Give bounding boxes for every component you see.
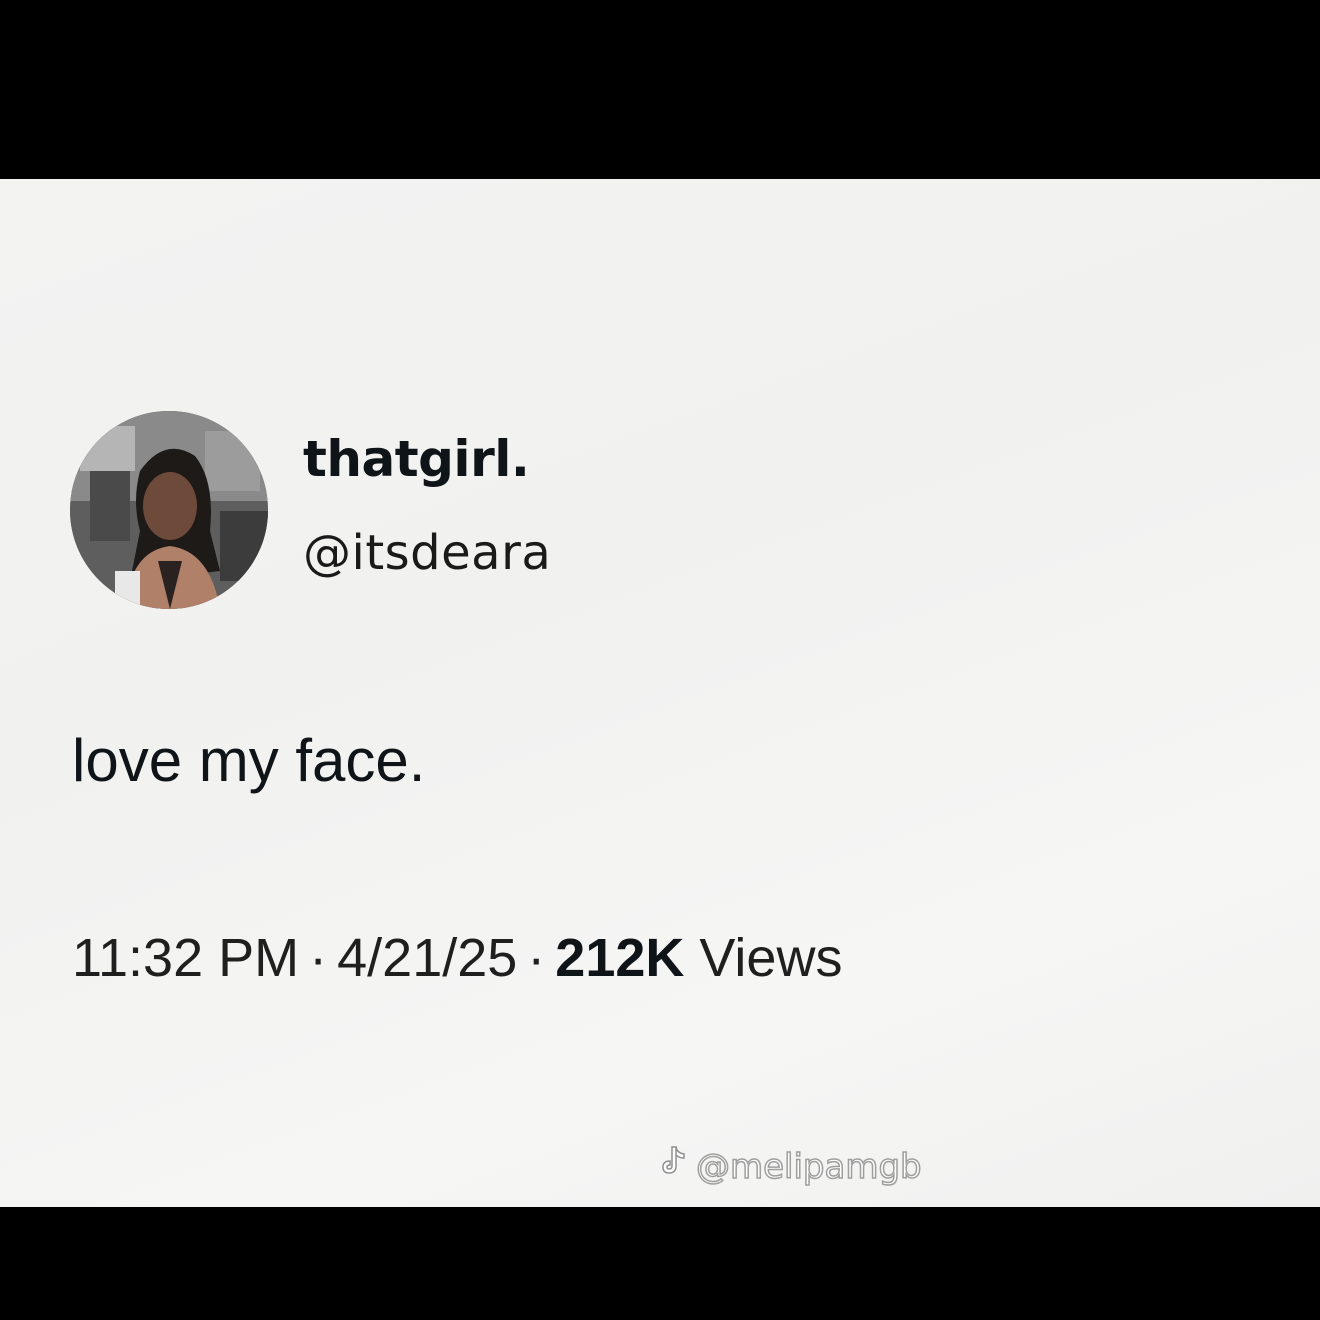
tiktok-icon bbox=[660, 1144, 690, 1184]
views-label: Views bbox=[699, 928, 843, 988]
avatar[interactable] bbox=[70, 411, 268, 609]
tweet-time[interactable]: 11:32 PM bbox=[72, 928, 299, 988]
tiktok-watermark: @melipamgb bbox=[660, 1144, 922, 1187]
video-frame: thatgirl. @itsdeara love my face. 11:32 … bbox=[0, 0, 1320, 1320]
tweet-date[interactable]: 4/21/25 bbox=[337, 928, 517, 988]
tweet-text: love my face. bbox=[72, 727, 426, 794]
tweet-meta: 11:32 PM · 4/21/25 · 212K Views bbox=[72, 931, 842, 985]
tweet-card: thatgirl. @itsdeara love my face. 11:32 … bbox=[0, 179, 1320, 1207]
separator: · bbox=[309, 928, 328, 988]
display-name[interactable]: thatgirl. bbox=[303, 434, 530, 484]
views-count[interactable]: 212K bbox=[555, 928, 684, 988]
avatar-photo bbox=[70, 411, 268, 609]
watermark-text: @melipamgb bbox=[695, 1147, 922, 1187]
user-handle[interactable]: @itsdeara bbox=[303, 529, 551, 577]
separator: · bbox=[527, 928, 546, 988]
